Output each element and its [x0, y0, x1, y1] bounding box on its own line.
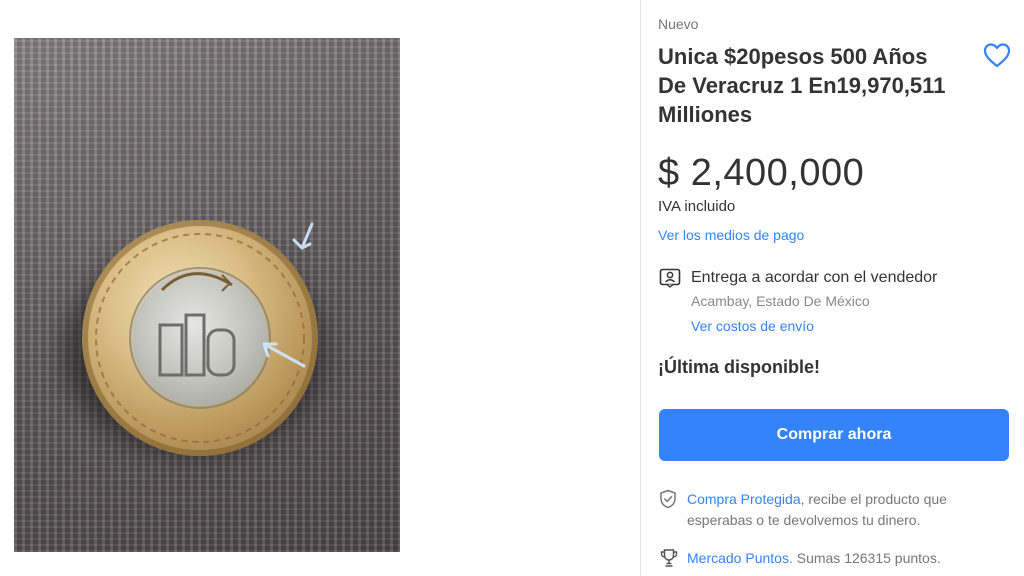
mercado-points-text: Mercado Puntos. Sumas 126315 puntos. — [687, 550, 941, 566]
product-title: Unica $20pesos 500 Años De Veracruz 1 En… — [658, 44, 946, 127]
stock-status: ¡Última disponible! — [658, 357, 820, 377]
buy-now-button[interactable]: Comprar ahora — [659, 409, 1009, 461]
mercado-points-link[interactable]: Mercado Puntos — [687, 550, 789, 566]
shipping-title: Entrega a acordar con el vendedor — [691, 269, 938, 286]
shipping-costs-link[interactable]: Ver costos de envío — [691, 318, 814, 334]
highlight-arrow-icon — [262, 342, 306, 368]
purchase-protection-text: Compra Protegida, recibe el producto que… — [687, 489, 1007, 531]
shield-check-icon — [660, 489, 676, 509]
price: $ 2,400,000 — [658, 152, 865, 194]
mercado-points-description: . Sumas 126315 puntos. — [788, 550, 941, 566]
product-details-panel: Nuevo Unica $20pesos 500 Años De Veracru… — [640, 0, 1024, 576]
tax-note: IVA incluido — [658, 198, 736, 215]
payment-methods-link[interactable]: Ver los medios de pago — [658, 227, 804, 243]
image-gallery — [0, 0, 640, 576]
highlight-arrow-icon — [292, 222, 314, 250]
shipping-location: Acambay, Estado De México — [691, 293, 870, 309]
heart-icon[interactable] — [983, 42, 1011, 68]
person-card-icon — [659, 268, 681, 288]
condition-label: Nuevo — [658, 16, 699, 32]
purchase-protection-link[interactable]: Compra Protegida — [687, 491, 801, 507]
product-photo[interactable] — [14, 38, 400, 552]
trophy-icon — [660, 549, 678, 567]
